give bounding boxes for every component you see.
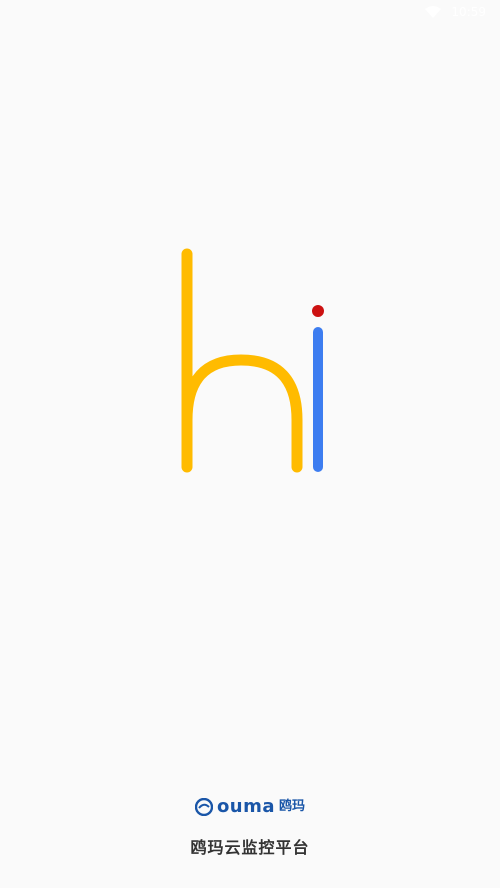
logo-i-dot [312, 305, 324, 317]
ouma-mark-icon [194, 798, 213, 816]
brand-chinese-name: 鸥玛 [279, 799, 306, 814]
platform-name: 鸥玛云监控平台 [190, 838, 310, 857]
status-bar: 10:59 [0, 0, 500, 24]
status-time: 10:59 [451, 5, 486, 19]
wifi-icon [425, 6, 442, 18]
brand-logo: ouma 鸥玛 [0, 797, 500, 817]
brand-latin-name: ouma [216, 796, 276, 817]
logo-h-arch [181, 354, 303, 473]
hi-logo [181, 248, 324, 473]
splash-screen: 10:59 ouma 鸥玛 鸥玛云监控平台 [0, 0, 500, 888]
